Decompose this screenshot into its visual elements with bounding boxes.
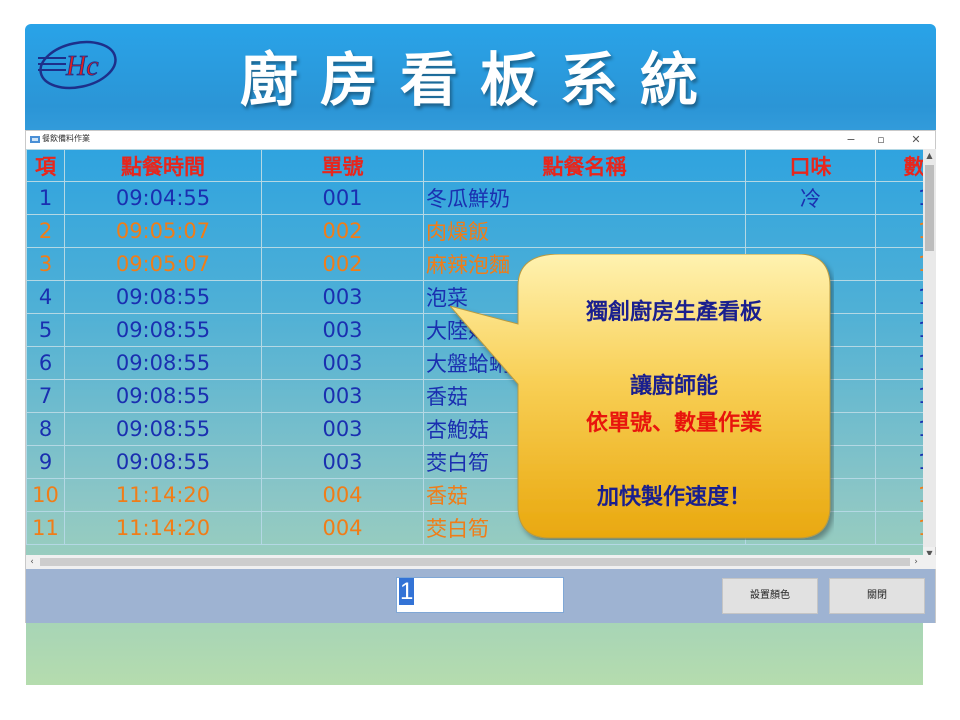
callout-line-2: 讓廚師能 bbox=[629, 374, 718, 399]
quantity-cell[interactable]: 1 bbox=[875, 313, 923, 347]
item-no-cell[interactable]: 6 bbox=[26, 346, 65, 380]
quantity-cell[interactable]: 1 bbox=[875, 412, 923, 446]
order-time-cell[interactable]: 09:08:55 bbox=[64, 379, 262, 413]
order-time-cell[interactable]: 09:04:55 bbox=[64, 181, 262, 215]
order-time-cell[interactable]: 09:05:07 bbox=[64, 214, 262, 248]
horizontal-scrollbar[interactable]: ‹ › bbox=[26, 555, 936, 569]
close-window-button[interactable]: ✕ bbox=[901, 131, 931, 149]
quantity-cell[interactable]: 1 bbox=[875, 445, 923, 479]
order-number-cell[interactable]: 003 bbox=[261, 445, 424, 479]
order-number-cell[interactable]: 004 bbox=[261, 478, 424, 512]
order-number-input[interactable]: 1 bbox=[396, 577, 564, 613]
item-no-cell[interactable]: 5 bbox=[26, 313, 65, 347]
item-no-cell[interactable]: 3 bbox=[26, 247, 65, 281]
set-color-button[interactable]: 設置顏色 bbox=[722, 578, 818, 614]
close-button[interactable]: 關閉 bbox=[829, 578, 925, 614]
item-no-cell[interactable]: 8 bbox=[26, 412, 65, 446]
order-number-cell[interactable]: 004 bbox=[261, 511, 424, 545]
column-header-flavor[interactable]: 口味 bbox=[745, 149, 876, 182]
item-no-cell[interactable]: 11 bbox=[26, 511, 65, 545]
order-number-cell[interactable]: 003 bbox=[261, 313, 424, 347]
banner-title: 廚房看板系統 bbox=[239, 46, 720, 114]
item-no-cell[interactable]: 1 bbox=[26, 181, 65, 215]
flavor-cell[interactable]: 冷 bbox=[745, 181, 876, 215]
quantity-cell[interactable]: 1 bbox=[875, 379, 923, 413]
column-header-quantity[interactable]: 數量 bbox=[875, 149, 923, 182]
window-titlebar[interactable]: 餐飲備料作業 − ▫ ✕ bbox=[26, 131, 935, 149]
column-header-item-no[interactable]: 項 bbox=[26, 149, 65, 182]
table-header-row: 項 點餐時間 單號 點餐名稱 口味 數量 bbox=[26, 149, 923, 182]
order-time-cell[interactable]: 09:05:07 bbox=[64, 247, 262, 281]
table-row[interactable]: 209:05:07002肉燥飯 1 bbox=[26, 214, 923, 248]
quantity-cell[interactable]: 1 bbox=[875, 214, 923, 248]
bottom-toolbar: 1 設置顏色 關閉 bbox=[26, 569, 935, 623]
order-time-cell[interactable]: 11:14:20 bbox=[64, 511, 262, 545]
quantity-cell[interactable]: 1 bbox=[875, 478, 923, 512]
scroll-right-icon[interactable]: › bbox=[910, 555, 922, 569]
vertical-scrollbar[interactable]: ▲ ▼ bbox=[923, 149, 936, 558]
table-row[interactable]: 109:04:55001冬瓜鮮奶冷1 bbox=[26, 181, 923, 215]
item-no-cell[interactable]: 7 bbox=[26, 379, 65, 413]
order-number-cell[interactable]: 001 bbox=[261, 181, 424, 215]
item-name-cell[interactable]: 肉燥飯 bbox=[423, 214, 746, 248]
order-number-cell[interactable]: 002 bbox=[261, 214, 424, 248]
window-title: 餐飲備料作業 bbox=[42, 134, 90, 143]
svg-text:Hc: Hc bbox=[65, 51, 99, 82]
column-header-item-name[interactable]: 點餐名稱 bbox=[423, 149, 746, 182]
order-number-cell[interactable]: 003 bbox=[261, 280, 424, 314]
item-no-cell[interactable]: 9 bbox=[26, 445, 65, 479]
item-no-cell[interactable]: 10 bbox=[26, 478, 65, 512]
horizontal-scroll-thumb[interactable] bbox=[40, 558, 910, 566]
order-time-cell[interactable]: 11:14:20 bbox=[64, 478, 262, 512]
flavor-cell[interactable] bbox=[745, 214, 876, 248]
item-no-cell[interactable]: 2 bbox=[26, 214, 65, 248]
maximize-button[interactable]: ▫ bbox=[866, 131, 896, 149]
order-number-cell[interactable]: 003 bbox=[261, 379, 424, 413]
order-number-cell[interactable]: 002 bbox=[261, 247, 424, 281]
callout-line-4: 加快製作速度！ bbox=[596, 485, 751, 510]
app-icon bbox=[30, 136, 40, 143]
item-name-cell[interactable]: 冬瓜鮮奶 bbox=[423, 181, 746, 215]
scroll-up-icon[interactable]: ▲ bbox=[923, 149, 936, 162]
column-header-order-time[interactable]: 點餐時間 bbox=[64, 149, 262, 182]
column-header-order-number[interactable]: 單號 bbox=[261, 149, 424, 182]
order-time-cell[interactable]: 09:08:55 bbox=[64, 412, 262, 446]
vertical-scroll-thumb[interactable] bbox=[925, 165, 934, 251]
order-time-cell[interactable]: 09:08:55 bbox=[64, 313, 262, 347]
quantity-cell[interactable]: 1 bbox=[875, 346, 923, 380]
item-no-cell[interactable]: 4 bbox=[26, 280, 65, 314]
order-number-cell[interactable]: 003 bbox=[261, 412, 424, 446]
callout-line-1: 獨創廚房生產看板 bbox=[585, 300, 762, 325]
quantity-cell[interactable]: 1 bbox=[875, 280, 923, 314]
order-time-cell[interactable]: 09:08:55 bbox=[64, 445, 262, 479]
callout-line-3: 依單號、數量作業 bbox=[585, 411, 762, 436]
company-logo: Hc bbox=[38, 40, 117, 90]
minimize-button[interactable]: − bbox=[836, 131, 866, 149]
order-time-cell[interactable]: 09:08:55 bbox=[64, 346, 262, 380]
quantity-cell[interactable]: 1 bbox=[875, 247, 923, 281]
scroll-left-icon[interactable]: ‹ bbox=[26, 555, 38, 569]
input-selected-text: 1 bbox=[399, 578, 415, 605]
callout-text: 獨創廚房生產看板 讓廚師能 依單號、數量作業 加快製作速度！ bbox=[516, 294, 832, 516]
order-number-cell[interactable]: 003 bbox=[261, 346, 424, 380]
quantity-cell[interactable]: 1 bbox=[875, 511, 923, 545]
order-time-cell[interactable]: 09:08:55 bbox=[64, 280, 262, 314]
quantity-cell[interactable]: 1 bbox=[875, 181, 923, 215]
